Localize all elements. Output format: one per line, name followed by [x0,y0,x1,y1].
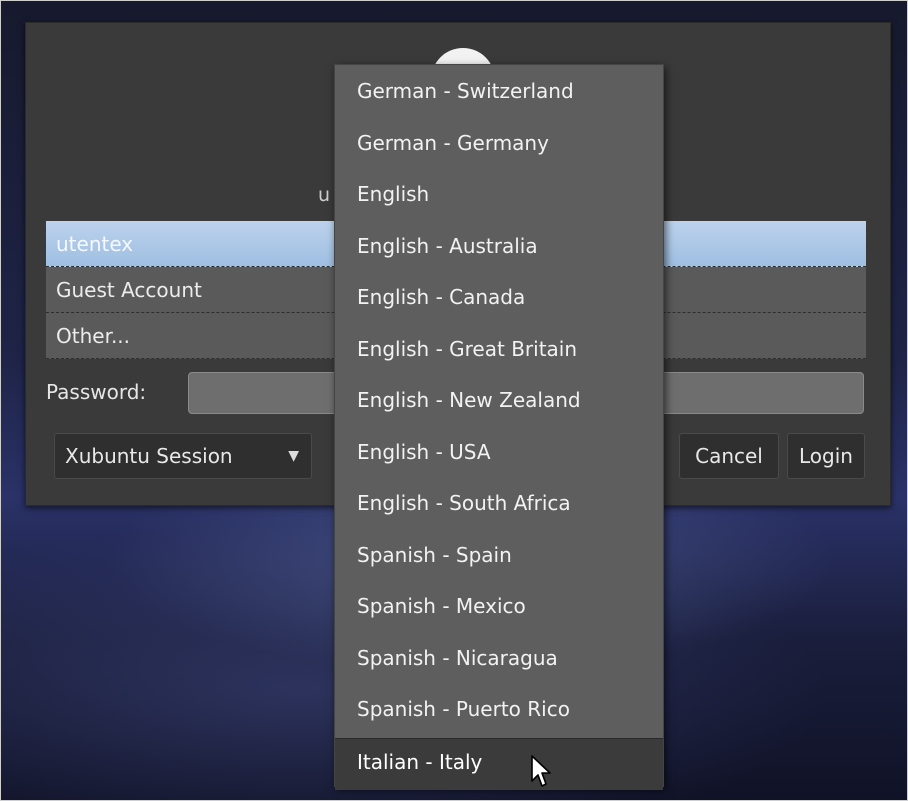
mouse-pointer-icon [531,755,551,787]
desktop-background: u utentex Guest Account Other... Passwor… [0,0,908,801]
language-item-spanish-nicaragua[interactable]: Spanish - Nicaragua [335,632,663,684]
language-item-spanish-puerto-rico[interactable]: Spanish - Puerto Rico [335,683,663,735]
language-item-german-germany[interactable]: German - Germany [335,117,663,169]
language-item-english-new-zealand[interactable]: English - New Zealand [335,374,663,426]
language-dropdown-menu: German - Switzerland German - Germany En… [334,64,664,790]
language-item-english-south-africa[interactable]: English - South Africa [335,477,663,529]
password-label: Password: [46,380,147,404]
language-item-english[interactable]: English [335,168,663,220]
language-item-italian-italy[interactable]: Italian - Italy [335,738,663,790]
language-item-english-australia[interactable]: English - Australia [335,220,663,272]
language-item-english-usa[interactable]: English - USA [335,426,663,478]
login-button[interactable]: Login [787,433,865,479]
session-select-button[interactable]: Xubuntu Session ▼ [54,433,312,479]
language-item-spanish-spain[interactable]: Spanish - Spain [335,529,663,581]
session-label: Xubuntu Session [65,444,233,468]
language-item-german-switzerland[interactable]: German - Switzerland [335,65,663,117]
chevron-down-icon: ▼ [288,448,299,464]
cancel-button[interactable]: Cancel [679,433,779,479]
language-item-spanish-mexico[interactable]: Spanish - Mexico [335,580,663,632]
user-prompt-text: u [318,184,331,206]
language-item-english-canada[interactable]: English - Canada [335,271,663,323]
language-item-english-great-britain[interactable]: English - Great Britain [335,323,663,375]
